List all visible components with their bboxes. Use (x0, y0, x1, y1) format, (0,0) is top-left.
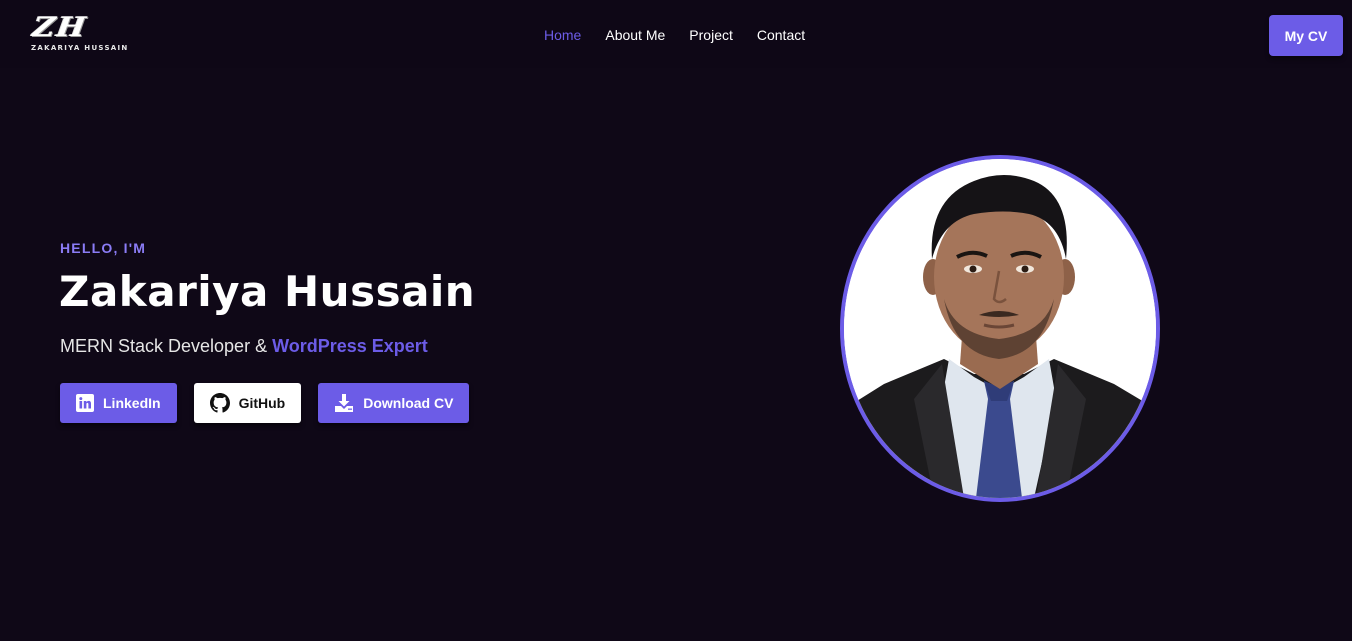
subtitle-highlight: WordPress Expert (272, 336, 428, 356)
subtitle-role: MERN Stack Developer & (60, 336, 273, 356)
hero-greeting: HELLO, I'M (60, 240, 147, 256)
logo-mark: ZH (30, 11, 90, 44)
hero-buttons: LinkedIn GitHub Download CV (60, 383, 470, 423)
site-logo[interactable]: ZH ZAKARIYA HUSSAIN (30, 11, 161, 54)
nav-project-link[interactable]: Project (689, 26, 733, 44)
download-cv-label: Download CV (363, 395, 454, 411)
linkedin-icon (76, 394, 94, 412)
my-cv-button[interactable]: My CV (1269, 15, 1343, 56)
github-label: GitHub (238, 395, 286, 411)
nav-contact-link[interactable]: Contact (757, 26, 805, 44)
download-icon (334, 393, 354, 413)
hero-name: Zakariya Hussain (59, 267, 476, 316)
nav-home-link[interactable]: Home (544, 26, 581, 44)
nav-about-link[interactable]: About Me (605, 26, 665, 44)
main-nav: Home About Me Project Contact (544, 26, 805, 44)
logo-text: ZAKARIYA HUSSAIN (31, 44, 129, 52)
download-cv-button[interactable]: Download CV (318, 383, 470, 423)
linkedin-label: LinkedIn (103, 395, 161, 411)
page: ZH ZAKARIYA HUSSAIN Home About Me Projec… (0, 0, 1352, 641)
linkedin-button[interactable]: LinkedIn (60, 383, 177, 423)
github-button[interactable]: GitHub (193, 383, 302, 423)
github-icon (209, 393, 230, 413)
navbar: ZH ZAKARIYA HUSSAIN Home About Me Projec… (0, 0, 1352, 68)
hero-subtitle: MERN Stack Developer & WordPress Expert (60, 335, 428, 357)
profile-photo (840, 155, 1160, 502)
